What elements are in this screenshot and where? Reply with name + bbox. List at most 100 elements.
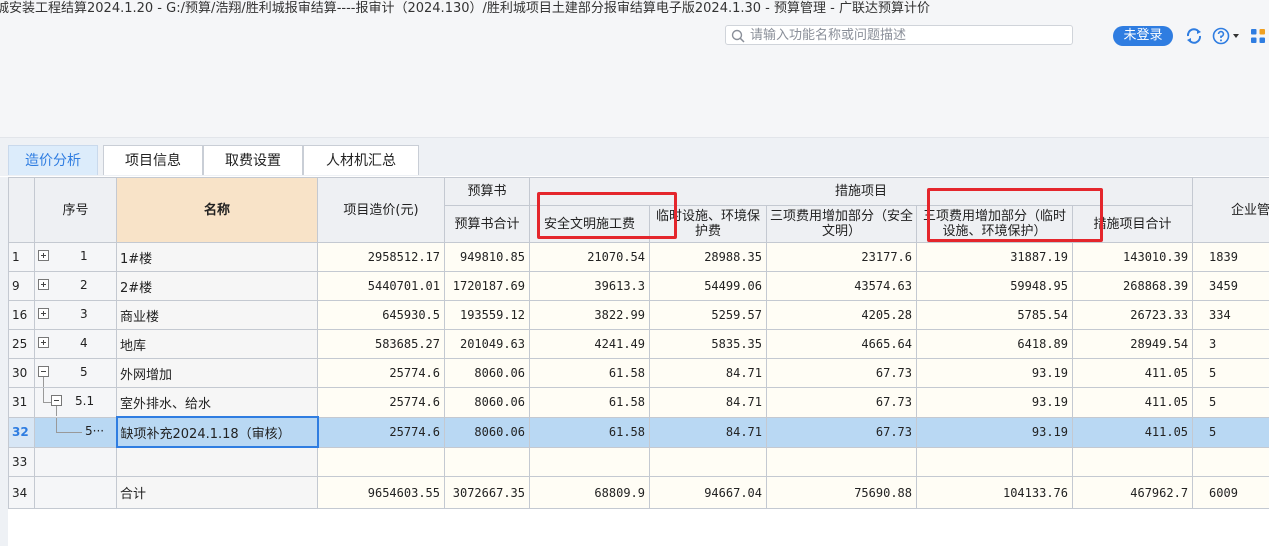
tab-project-info[interactable]: 项目信息 [103,145,203,175]
header-project-cost[interactable]: 项目造价(元) [317,177,445,243]
name-cell[interactable] [116,446,318,477]
three-temp-cell[interactable]: 31887.19 [916,242,1073,272]
safety-cell[interactable]: 3822.99 [529,300,650,330]
name-cell[interactable]: 缺项补充2024.1.18（审核） [115,416,319,448]
three-temp-cell[interactable]: 59948.95 [916,271,1073,301]
help-icon[interactable] [1212,27,1230,45]
budget-cell[interactable]: 201049.63 [444,329,530,359]
budget-cell[interactable]: 949810.85 [444,242,530,272]
name-cell[interactable]: 外网增加 [116,358,318,388]
three-safety-cell[interactable]: 4205.28 [766,300,917,330]
measures-cell[interactable]: 411.05 [1071,358,1194,388]
measures-cell[interactable]: 467962.7 [1071,476,1194,509]
table-row[interactable]: 9 2 2#楼 5440701.01 1720187.69 39613.3 54… [8,271,1269,301]
header-three-fees-safety[interactable]: 三项费用增加部分（安全文明） [766,205,917,243]
table-row[interactable]: 25 4 地库 583685.27 201049.63 4241.49 5835… [8,329,1269,359]
header-budget-total[interactable]: 预算书合计 [444,205,530,243]
three-safety-cell[interactable]: 75690.88 [766,476,917,509]
plus-square-icon[interactable] [38,337,49,348]
temp-cell[interactable]: 5835.35 [649,329,767,359]
budget-cell[interactable]: 8060.06 [444,416,530,448]
name-cell[interactable]: 地库 [116,329,318,359]
cost-cell[interactable]: 25774.6 [317,416,445,448]
three-temp-cell[interactable]: 93.19 [916,387,1073,418]
minus-square-icon[interactable] [51,395,62,407]
three-temp-cell[interactable]: 93.19 [916,358,1073,388]
enterprise-cell[interactable]: 3459 [1192,271,1269,301]
enterprise-cell[interactable]: 334 [1192,300,1269,330]
safety-cell[interactable]: 39613.3 [529,271,650,301]
enterprise-cell[interactable]: 6009 [1192,476,1269,509]
enterprise-cell[interactable]: 5 [1192,416,1269,448]
temp-cell[interactable]: 54499.06 [649,271,767,301]
name-cell[interactable]: 合计 [116,476,318,509]
temp-cell[interactable]: 5259.57 [649,300,767,330]
three-temp-cell[interactable]: 6418.89 [916,329,1073,359]
header-budget-group[interactable]: 预算书 [444,177,530,206]
header-name[interactable]: 名称 [116,177,318,243]
three-safety-cell[interactable]: 4665.64 [766,329,917,359]
name-cell[interactable]: 2#楼 [116,271,318,301]
minus-square-icon[interactable] [38,366,49,377]
search-box[interactable] [725,25,1073,45]
measures-cell[interactable]: 28949.54 [1071,329,1194,359]
three-safety-cell[interactable]: 23177.6 [766,242,917,272]
safety-cell[interactable]: 21070.54 [529,242,650,272]
login-button[interactable]: 未登录 [1113,26,1173,46]
cost-cell[interactable]: 2958512.17 [317,242,445,272]
budget-cell[interactable]: 3072667.35 [444,476,530,509]
search-input[interactable] [750,27,1065,43]
table-row-total[interactable]: 34 合计 9654603.55 3072667.35 68809.9 9466… [8,476,1269,509]
cost-cell[interactable]: 583685.27 [317,329,445,359]
measures-cell[interactable]: 268868.39 [1071,271,1194,301]
chevron-down-icon[interactable] [1233,34,1239,38]
cost-cell[interactable]: 9654603.55 [317,476,445,509]
name-cell[interactable]: 商业楼 [116,300,318,330]
temp-cell[interactable]: 28988.35 [649,242,767,272]
header-enterprise[interactable]: 企业管 [1192,177,1269,243]
enterprise-cell[interactable]: 5 [1192,387,1269,418]
plus-square-icon[interactable] [38,308,49,319]
safety-cell[interactable]: 68809.9 [529,476,650,509]
header-seq[interactable]: 序号 [34,177,117,243]
safety-cell[interactable]: 61.58 [529,358,650,388]
temp-cell[interactable]: 94667.04 [649,476,767,509]
measures-cell[interactable]: 411.05 [1071,387,1194,418]
enterprise-cell[interactable]: 5 [1192,358,1269,388]
three-safety-cell[interactable]: 67.73 [766,416,917,448]
three-safety-cell[interactable]: 67.73 [766,387,917,418]
tab-fee-settings[interactable]: 取费设置 [203,145,303,175]
enterprise-cell[interactable]: 1839 [1192,242,1269,272]
budget-cell[interactable]: 8060.06 [444,358,530,388]
table-row[interactable]: 30 5 外网增加 25774.6 8060.06 61.58 84.71 67… [8,358,1269,388]
three-temp-cell[interactable]: 104133.76 [916,476,1073,509]
table-row[interactable]: 31 5.1 室外排水、给水 25774.6 8060.06 61.58 84.… [8,387,1269,418]
temp-cell[interactable]: 84.71 [649,358,767,388]
measures-cell[interactable]: 411.05 [1071,416,1194,448]
name-cell[interactable]: 1#楼 [116,242,318,272]
three-temp-cell[interactable]: 93.19 [916,416,1073,448]
three-safety-cell[interactable]: 67.73 [766,358,917,388]
enterprise-cell[interactable]: 3 [1192,329,1269,359]
three-safety-cell[interactable]: 43574.63 [766,271,917,301]
temp-cell[interactable]: 84.71 [649,416,767,448]
measures-cell[interactable]: 143010.39 [1071,242,1194,272]
cost-cell[interactable]: 5440701.01 [317,271,445,301]
budget-cell[interactable]: 1720187.69 [444,271,530,301]
table-row[interactable]: 1 1 1#楼 2958512.17 949810.85 21070.54 28… [8,242,1269,272]
table-row[interactable]: 33 [8,446,1269,477]
safety-cell[interactable]: 61.58 [529,416,650,448]
measures-cell[interactable]: 26723.33 [1071,300,1194,330]
table-row[interactable]: 16 3 商业楼 645930.5 193559.12 3822.99 5259… [8,300,1269,330]
temp-cell[interactable]: 84.71 [649,387,767,418]
tab-labor-material-summary[interactable]: 人材机汇总 [303,145,419,175]
name-cell[interactable]: 室外排水、给水 [116,387,318,418]
safety-cell[interactable]: 4241.49 [529,329,650,359]
cost-cell[interactable]: 645930.5 [317,300,445,330]
budget-cell[interactable]: 193559.12 [444,300,530,330]
safety-cell[interactable]: 61.58 [529,387,650,418]
tab-cost-analysis[interactable]: 造价分析 [8,145,98,175]
three-temp-cell[interactable]: 5785.54 [916,300,1073,330]
plus-square-icon[interactable] [38,279,49,290]
cost-cell[interactable]: 25774.6 [317,358,445,388]
